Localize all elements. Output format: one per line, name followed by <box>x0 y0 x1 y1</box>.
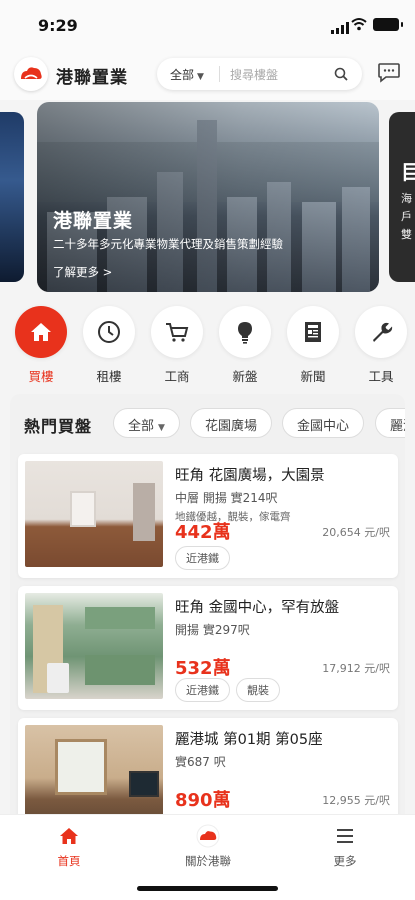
home-icon <box>31 323 51 341</box>
category-buy[interactable]: 買樓 <box>14 306 68 385</box>
category-label: 工具 <box>368 369 394 384</box>
listing-tag: 靚裝 <box>236 678 280 702</box>
newspaper-icon <box>305 322 321 342</box>
filter-chip[interactable]: 金國中心 <box>282 408 365 438</box>
category-label: 租樓 <box>96 369 122 384</box>
search-divider <box>219 66 220 82</box>
listing-meta: 開揚 實297呎 <box>175 623 250 637</box>
status-time: 9:29 <box>38 16 78 35</box>
search-icon[interactable] <box>334 66 348 85</box>
filter-chip[interactable]: 花園廣場 <box>190 408 273 438</box>
category-new-development[interactable]: 新盤 <box>218 306 272 385</box>
category-news[interactable]: 新聞 <box>286 306 340 385</box>
listing-photo <box>25 593 163 699</box>
nav-label: 關於港聯 <box>185 854 231 868</box>
listing-price: 442萬 <box>175 522 231 543</box>
chat-icon[interactable] <box>377 61 401 87</box>
banner-title: 港聯置業 <box>53 210 134 232</box>
search-filter-label: 全部 <box>170 68 195 82</box>
logo-icon <box>21 67 42 79</box>
listing-title: 麗港城 第01期 第05座 <box>175 732 323 748</box>
listing-tags: 近港鐵 靚裝 <box>175 678 286 702</box>
hot-listings-panel: 熱門買盤 全部▼ 花園廣場 金國中心 麗港 旺角 花園廣場，大園景 中層 開揚 … <box>10 394 405 814</box>
cart-icon <box>166 323 189 342</box>
signal-icon <box>331 19 349 38</box>
listing-unit-price: 12,955 元/呎 <box>322 794 390 807</box>
clock-icon <box>98 321 120 343</box>
banner-next-text: 海戶雙 <box>401 192 412 241</box>
banner-prev-slide[interactable] <box>0 112 24 282</box>
app-header: 港聯置業 全部 ▼ 搜尋樓盤 <box>0 48 415 100</box>
banner-next-title: 目 <box>401 160 415 184</box>
battery-icon <box>373 18 403 31</box>
listing-price: 890萬 <box>175 790 231 811</box>
listing-tag: 近港鐵 <box>175 546 230 570</box>
banner-slide[interactable]: 港聯置業 二十多年多元化專業物業代理及銷售策劃經驗 了解更多 > <box>37 102 379 292</box>
listing-unit-price: 17,912 元/呎 <box>322 662 390 675</box>
nav-label: 更多 <box>333 854 357 868</box>
listing-tags: 近港鐵 <box>175 546 236 570</box>
banner-more-link[interactable]: 了解更多 > <box>53 264 112 280</box>
listing-title: 旺角 花園廣場，大園景 <box>175 468 325 484</box>
filter-chip-label: 全部 <box>128 419 155 434</box>
brand-name: 港聯置業 <box>56 68 128 88</box>
category-commercial[interactable]: 工商 <box>150 306 204 385</box>
filter-chip[interactable]: 麗港 <box>375 408 405 438</box>
listing-unit-price: 20,654 元/呎 <box>322 526 390 539</box>
chevron-down-icon: ▼ <box>158 423 165 433</box>
listing-tag: 近港鐵 <box>175 678 230 702</box>
nav-home[interactable]: 首頁 <box>24 823 114 869</box>
brand-logo[interactable] <box>14 57 48 91</box>
nav-more[interactable]: 更多 <box>300 823 390 869</box>
lightbulb-icon <box>238 322 252 344</box>
home-indicator <box>137 886 278 891</box>
banner-carousel[interactable]: 港聯置業 二十多年多元化專業物業代理及銷售策劃經驗 了解更多 > 目 海戶雙 <box>0 100 415 300</box>
nav-about[interactable]: 關於港聯 <box>163 823 253 869</box>
category-tools[interactable]: 工具 <box>354 306 408 385</box>
listing-card[interactable]: 麗港城 第01期 第05座 實687 呎 890萬 12,955 元/呎 <box>18 718 398 814</box>
category-label: 新盤 <box>232 369 258 384</box>
listing-card[interactable]: 旺角 金國中心，罕有放盤 開揚 實297呎 532萬 17,912 元/呎 近港… <box>18 586 398 710</box>
hot-listings-title: 熱門買盤 <box>24 417 93 436</box>
listing-title: 旺角 金國中心，罕有放盤 <box>175 600 340 616</box>
category-label: 買樓 <box>28 369 54 384</box>
chevron-down-icon: ▼ <box>197 72 204 82</box>
hot-listings-header: 熱門買盤 全部▼ 花園廣場 金國中心 麗港 <box>10 394 405 450</box>
status-bar: 9:29 <box>0 0 415 48</box>
banner-subtitle: 二十多年多元化專業物業代理及銷售策劃經驗 <box>53 237 283 251</box>
wifi-icon <box>351 16 367 35</box>
listing-meta: 中層 開揚 實214呎 <box>175 491 278 505</box>
category-rent[interactable]: 租樓 <box>82 306 136 385</box>
listing-meta: 實687 呎 <box>175 755 226 769</box>
nav-label: 首頁 <box>57 854 81 868</box>
logo-icon <box>196 824 220 848</box>
category-nav: 買樓 租樓 工商 新盤 新聞 工具 <box>0 306 415 386</box>
listing-photo <box>25 461 163 567</box>
listing-price: 532萬 <box>175 658 231 679</box>
category-label: 工商 <box>164 369 190 384</box>
filter-chip-all[interactable]: 全部 ▼ <box>113 408 180 438</box>
listing-photo <box>25 725 163 814</box>
banner-next-slide[interactable]: 目 海戶雙 <box>389 112 415 282</box>
search-input[interactable]: 搜尋樓盤 <box>230 66 278 83</box>
search-filter-dropdown[interactable]: 全部 ▼ <box>170 66 204 83</box>
menu-icon <box>337 829 353 843</box>
home-icon <box>60 828 78 844</box>
wrench-icon <box>373 322 393 342</box>
category-label: 新聞 <box>300 369 326 384</box>
search-bar[interactable]: 全部 ▼ 搜尋樓盤 <box>157 58 362 90</box>
listing-card[interactable]: 旺角 花園廣場，大園景 中層 開揚 實214呎 地鐵優越，靚裝，傢電齊 442萬… <box>18 454 398 578</box>
